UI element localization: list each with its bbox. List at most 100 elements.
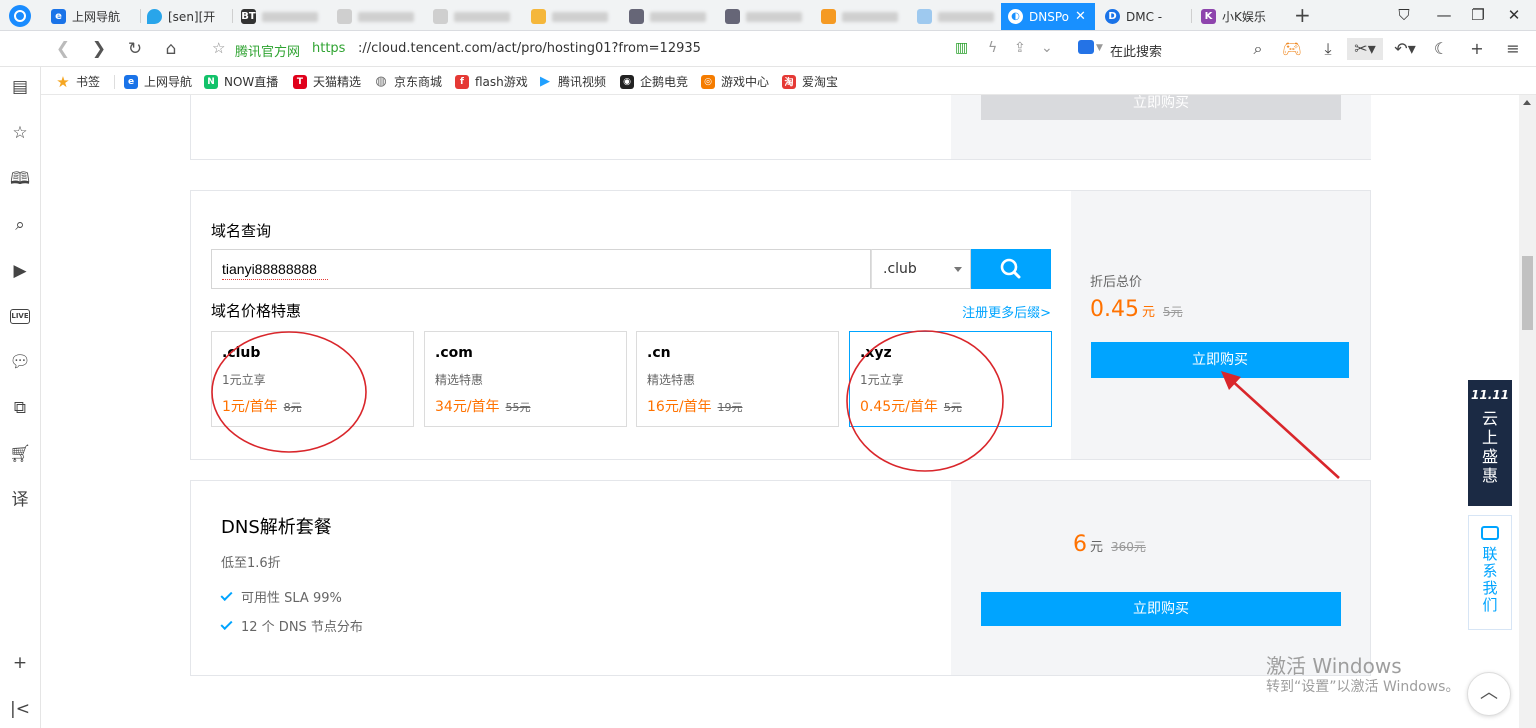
menu-icon[interactable]: ≡ bbox=[1502, 38, 1524, 60]
url-text[interactable]: ://cloud.tencent.com/act/pro/hosting01?f… bbox=[358, 41, 701, 56]
minimize-icon[interactable]: — bbox=[1434, 5, 1454, 25]
globe-icon: ◍ bbox=[375, 74, 387, 89]
tab-3[interactable]: BT bbox=[234, 3, 326, 30]
restore-tabs-icon[interactable]: ⛉ bbox=[1394, 5, 1414, 25]
tab-4[interactable] bbox=[330, 3, 422, 30]
tab-2[interactable]: [sen][开 bbox=[140, 3, 232, 30]
bookmark-jd[interactable]: ◍ 京东商城 bbox=[374, 73, 442, 90]
home-icon bbox=[725, 9, 740, 24]
annotation-overlay bbox=[211, 330, 1340, 479]
news-icon[interactable]: ▤ bbox=[8, 75, 32, 99]
lightning-icon[interactable]: ϟ bbox=[988, 40, 997, 56]
video-icon[interactable]: ▶ bbox=[8, 259, 32, 283]
dropdown-icon[interactable]: ⌄ bbox=[1041, 40, 1053, 56]
night-mode-icon[interactable]: ☾ bbox=[1430, 38, 1452, 60]
bookmark-flash[interactable]: f flash游戏 bbox=[455, 73, 528, 90]
forward-icon[interactable]: ❯ bbox=[88, 38, 110, 60]
add-icon[interactable]: + bbox=[8, 651, 32, 675]
bookmark-label: 游戏中心 bbox=[721, 75, 770, 89]
annotation-circle-xyz bbox=[846, 330, 1004, 472]
translate-icon[interactable]: 译 bbox=[8, 488, 32, 512]
url-scheme[interactable]: https bbox=[312, 41, 345, 56]
blurred-icon bbox=[821, 9, 836, 24]
search-icon[interactable]: ⌕ bbox=[8, 213, 32, 237]
undo-icon[interactable]: ↶▾ bbox=[1390, 38, 1420, 60]
tab-1[interactable]: e 上网导航 bbox=[44, 3, 140, 30]
tmall-icon: T bbox=[293, 74, 307, 89]
tab-label: 上网导航 bbox=[72, 10, 121, 24]
blurred-title bbox=[552, 11, 608, 22]
bookmark-label: 书签 bbox=[76, 75, 101, 89]
search-box[interactable]: 在此搜索 bbox=[1110, 41, 1162, 60]
bookmark-tmall[interactable]: T 天猫精选 bbox=[293, 73, 361, 90]
cart-icon[interactable]: 🛒︎ bbox=[8, 442, 32, 466]
promo-char: 惠 bbox=[1481, 466, 1498, 485]
bookmark-shuqian[interactable]: ★ 书签 bbox=[56, 73, 101, 91]
bookmark-nav[interactable]: e 上网导航 bbox=[124, 73, 192, 90]
contact-us-button[interactable]: 联 系 我 们 bbox=[1468, 515, 1512, 630]
favorites-star-icon[interactable]: ☆ bbox=[8, 121, 32, 145]
bookmark-label: 上网导航 bbox=[144, 75, 193, 89]
book-icon[interactable]: 🕮︎ bbox=[8, 167, 32, 191]
tab-label: DMC - bbox=[1126, 9, 1163, 24]
blurred-title bbox=[650, 11, 706, 22]
tab-8[interactable] bbox=[718, 3, 810, 30]
gamepad-icon: ◎ bbox=[701, 74, 715, 89]
tab-10[interactable] bbox=[910, 3, 1002, 30]
back-to-top-icon[interactable]: ︿ bbox=[1467, 672, 1511, 716]
bookmark-game-center[interactable]: ◎ 游戏中心 bbox=[701, 73, 769, 90]
tab-9[interactable] bbox=[814, 3, 906, 30]
browser-logo-icon[interactable] bbox=[9, 5, 31, 27]
promo-char: 上 bbox=[1481, 428, 1498, 447]
engine-dropdown-icon[interactable]: ▼ bbox=[1096, 43, 1103, 53]
url-site-name[interactable]: 腾讯官方网 bbox=[235, 41, 300, 60]
download-icon[interactable]: ⤓ bbox=[1317, 38, 1339, 60]
close-tab-icon[interactable]: ✕ bbox=[1075, 9, 1086, 24]
back-icon[interactable]: ❮ bbox=[52, 38, 74, 60]
blurred-title bbox=[842, 11, 898, 22]
left-sidebar: ▤ ☆ 🕮︎ ⌕ ▶ LIVE 💬︎ ⧉ 🛒︎ 译 + |< bbox=[0, 67, 41, 728]
gamepad-icon[interactable]: 🎮︎ bbox=[1280, 38, 1304, 60]
search-icon[interactable]: ⌕ bbox=[1248, 38, 1268, 60]
share-icon[interactable]: ⇪ bbox=[1014, 40, 1026, 56]
collapse-sidebar-icon[interactable]: |< bbox=[8, 697, 32, 721]
live-icon[interactable]: LIVE bbox=[10, 309, 30, 324]
double-eleven-promo[interactable]: 11.11 云 上 盛 惠 bbox=[1468, 380, 1512, 506]
reader-mode-icon[interactable]: ▥ bbox=[955, 40, 968, 56]
maximize-icon[interactable]: ❐ bbox=[1468, 5, 1488, 25]
drop-icon bbox=[147, 9, 162, 24]
new-tab-icon[interactable]: + bbox=[1294, 4, 1311, 26]
scroll-thumb[interactable] bbox=[1522, 256, 1533, 330]
bookmark-now[interactable]: N NOW直播 bbox=[204, 73, 278, 90]
tab-dnspod-active[interactable]: ◐ DNSPo ✕ bbox=[1001, 3, 1095, 30]
scissors-icon[interactable]: ✂▾ bbox=[1347, 38, 1383, 60]
bookmark-esports[interactable]: ◉ 企鹅电竞 bbox=[620, 73, 688, 90]
briefcase-icon[interactable]: ⧉ bbox=[8, 396, 32, 420]
tab-xiaok[interactable]: K 小K娱乐 bbox=[1194, 3, 1286, 30]
promo-date: 11.11 bbox=[1471, 388, 1509, 402]
scroll-up-icon[interactable] bbox=[1523, 100, 1531, 105]
bookmark-tencent-video[interactable]: ▶ 腾讯视频 bbox=[538, 73, 606, 90]
contact-char: 系 bbox=[1482, 562, 1498, 580]
blurred-icon bbox=[337, 9, 352, 24]
tab-dmc[interactable]: D DMC - bbox=[1098, 3, 1190, 30]
bookmark-label: 腾讯视频 bbox=[558, 75, 607, 89]
refresh-icon[interactable]: ↻ bbox=[124, 38, 146, 60]
tab-5[interactable] bbox=[426, 3, 520, 30]
add-icon[interactable]: + bbox=[1466, 38, 1488, 60]
close-window-icon[interactable]: ✕ bbox=[1504, 5, 1524, 25]
home-icon[interactable]: ⌂ bbox=[160, 38, 182, 60]
tab-7[interactable] bbox=[622, 3, 714, 30]
chat-icon[interactable]: 💬︎ bbox=[8, 350, 32, 374]
tab-label: [sen][开 bbox=[168, 10, 216, 24]
home-icon bbox=[629, 9, 644, 24]
tab-label: DNSPo bbox=[1029, 9, 1069, 24]
bookmark-star-icon[interactable]: ☆ bbox=[212, 39, 225, 57]
tab-6[interactable] bbox=[524, 3, 616, 30]
bookmark-label: 京东商城 bbox=[394, 75, 443, 89]
tab-strip: e 上网导航 [sen][开 BT ◐ DNSPo ✕ D DMC - K 小K… bbox=[0, 0, 1536, 31]
bookmark-taobao[interactable]: 淘 爱淘宝 bbox=[782, 73, 838, 90]
annotation-arrow bbox=[1228, 377, 1340, 479]
vertical-scrollbar[interactable] bbox=[1519, 95, 1536, 728]
baidu-paw-icon[interactable] bbox=[1078, 40, 1094, 54]
